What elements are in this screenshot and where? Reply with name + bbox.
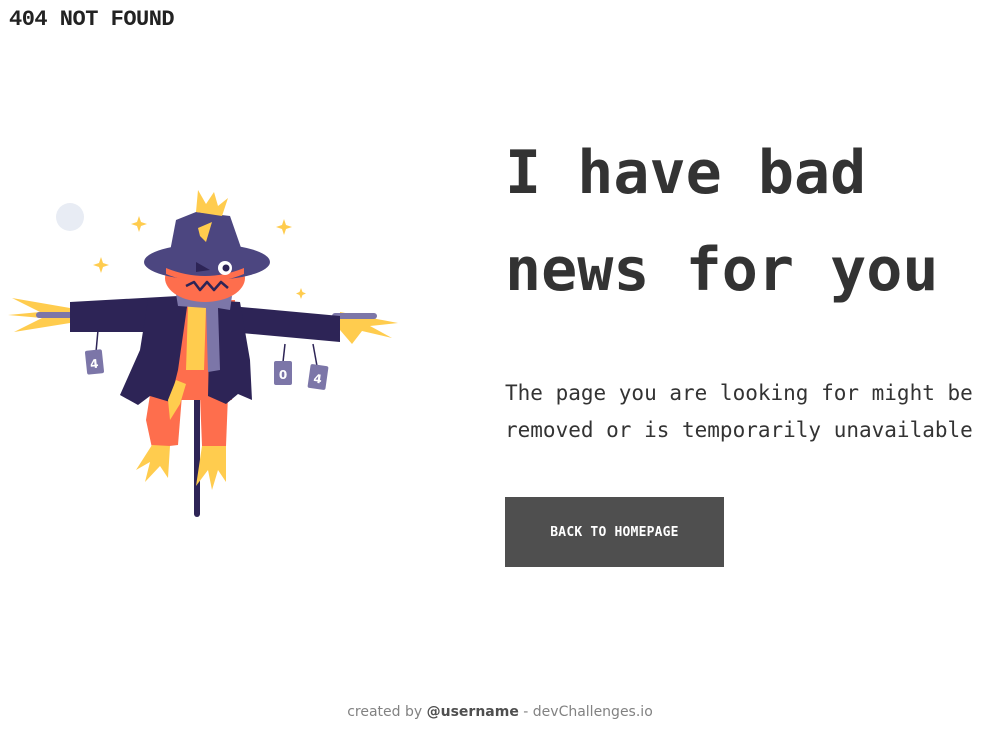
sign-digit-2: 0 <box>274 361 292 385</box>
footer-username-link[interactable]: @username <box>427 704 519 720</box>
main-content: I have bad news for you The page you are… <box>505 125 1000 567</box>
scarecrow-illustration: 4 0 4 <box>8 190 398 517</box>
straw-leg-right <box>196 446 226 490</box>
sign-digit-1: 4 <box>84 349 105 375</box>
moon-shape <box>56 203 84 231</box>
sparkle-icon <box>276 219 292 235</box>
vest-strip <box>186 306 206 370</box>
footer-prefix: created by <box>347 704 427 720</box>
straw-leg-left <box>136 445 170 482</box>
svg-text:0: 0 <box>279 368 287 382</box>
error-message: The page you are looking for might be re… <box>505 381 973 442</box>
brand-title: 404 NOT FOUND <box>9 7 175 32</box>
page-headline: I have bad news for you <box>505 138 939 305</box>
sparkle-icon <box>131 216 147 232</box>
sparkle-icon <box>296 288 306 299</box>
back-to-homepage-button[interactable]: BACK TO HOMEPAGE <box>505 497 724 567</box>
svg-text:4: 4 <box>89 357 99 372</box>
sign-digit-3: 4 <box>307 364 329 390</box>
hat-straw <box>196 190 228 216</box>
footer: created by @username - devChallenges.io <box>0 704 1000 720</box>
footer-suffix: - devChallenges.io <box>518 704 653 720</box>
sparkle-icon <box>93 257 109 273</box>
